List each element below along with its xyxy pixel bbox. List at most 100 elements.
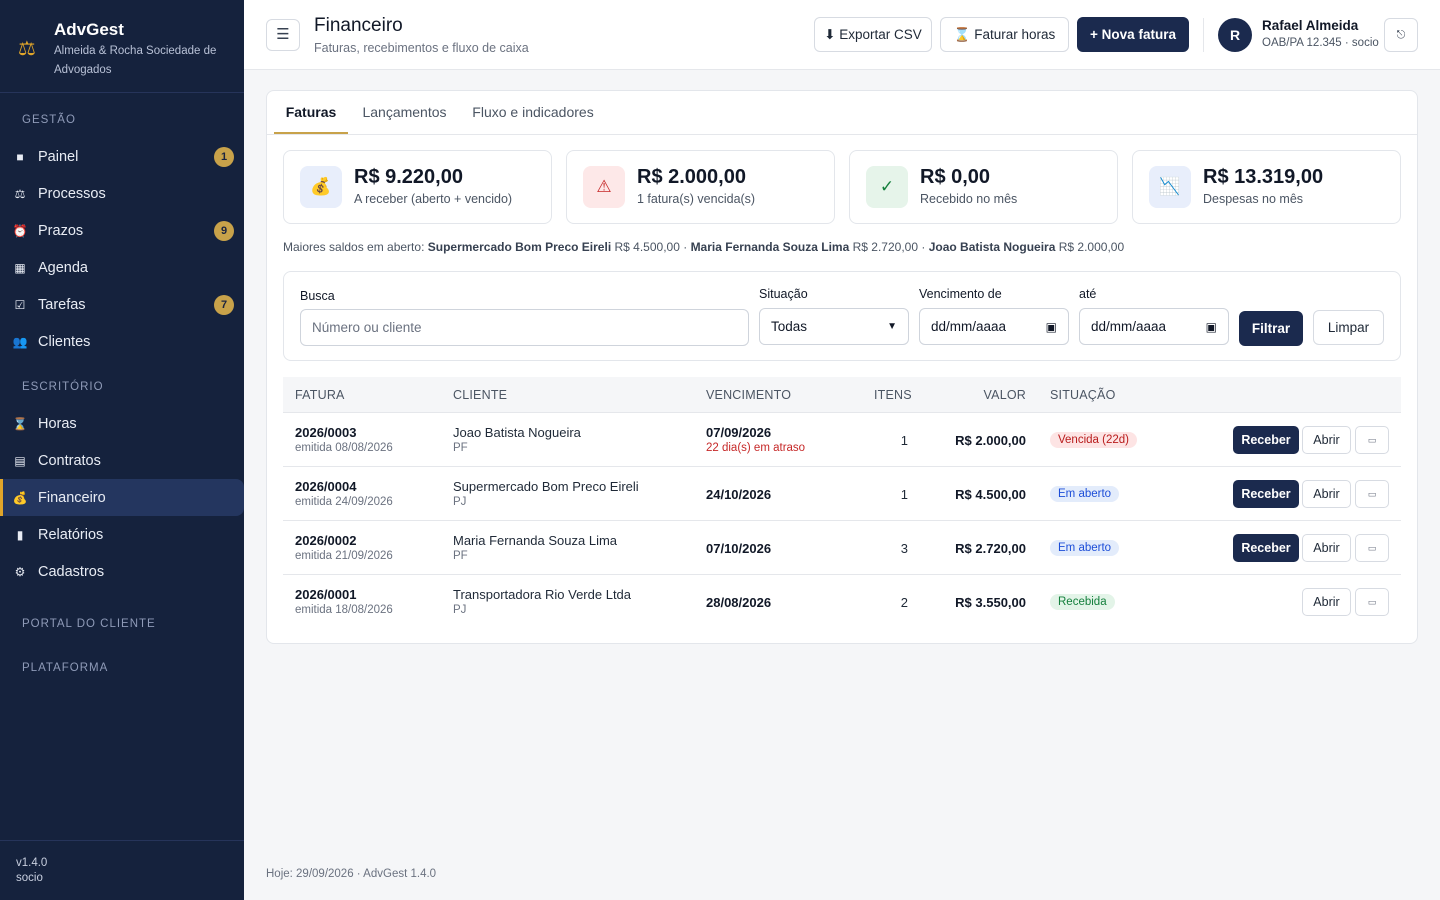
filter-panel: Busca Número ou cliente Situação Todas ▼… — [283, 271, 1401, 361]
items-count: 3 — [900, 541, 908, 556]
late-days: 22 dia(s) em atraso — [706, 442, 806, 454]
tab-faturas[interactable]: Faturas — [274, 91, 348, 134]
logout-button[interactable]: ⎋ — [1384, 18, 1418, 52]
sidebar-item-contratos[interactable]: ▤ Contratos — [0, 442, 244, 479]
export-csv-button[interactable]: ⬇ Exportar CSV — [814, 17, 932, 52]
open-button[interactable]: Abrir — [1302, 426, 1351, 454]
client-name: Supermercado Bom Preco Eireli — [453, 479, 639, 494]
nav-section-portal[interactable]: PORTAL DO CLIENTE — [0, 614, 244, 634]
sidebar-item-financeiro[interactable]: 💰 Financeiro — [0, 479, 244, 516]
sidebar-item-label: Tarefas — [38, 296, 86, 313]
top-open-balances: Maiores saldos em aberto: Supermercado B… — [283, 240, 1125, 254]
user-role: OAB/PA 12.345 · socio — [1262, 37, 1379, 49]
kpi-value: R$ 13.319,00 — [1203, 166, 1324, 188]
invoice-number[interactable]: 2026/0001 — [295, 587, 393, 602]
bar-chart-icon: ▮ — [16, 527, 24, 542]
invoice-cell: 2026/0003 emitida 08/08/2026 — [295, 425, 393, 454]
col-itens: ITENS — [874, 388, 912, 402]
print-button[interactable]: ▭ — [1355, 480, 1389, 508]
sidebar-footer: v1.4.0 socio — [0, 840, 244, 900]
receive-button[interactable]: Receber — [1233, 426, 1299, 454]
sidebar-item-clientes[interactable]: 👥 Clientes — [0, 323, 244, 360]
invoice-value: R$ 3.550,00 — [955, 595, 1026, 610]
brand-name: AdvGest — [54, 20, 124, 39]
invoice-issued: emitida 21/09/2026 — [295, 550, 393, 562]
kpi-value: R$ 0,00 — [920, 166, 991, 188]
calendar-icon: ▣ — [1205, 319, 1217, 334]
sidebar: ⚖ AdvGest Almeida & Rocha Sociedade de A… — [0, 0, 244, 900]
client-type: PJ — [453, 496, 467, 508]
status-cell: Recebida — [1050, 592, 1115, 610]
sidebar-item-agenda[interactable]: ▦ Agenda — [0, 249, 244, 286]
invoice-cell: 2026/0004 emitida 24/09/2026 — [295, 479, 393, 508]
balance-client-name: Joao Batista Nogueira — [928, 240, 1056, 254]
status-badge: Vencida (22d) — [1050, 432, 1137, 448]
open-button[interactable]: Abrir — [1302, 534, 1351, 562]
print-button[interactable]: ▭ — [1355, 426, 1389, 454]
invoice-number[interactable]: 2026/0003 — [295, 425, 393, 440]
invoice-value: R$ 2.000,00 — [955, 433, 1026, 448]
col-vencimento: VENCIMENTO — [706, 388, 792, 402]
sidebar-item-relatorios[interactable]: ▮ Relatórios — [0, 516, 244, 553]
status-select-value: Todas — [771, 319, 808, 334]
kpi-received: ✓ R$ 0,00 Recebido no mês — [849, 150, 1118, 224]
printer-icon: ▭ — [1367, 488, 1377, 499]
calendar-icon: ▦ — [14, 260, 26, 275]
filter-button[interactable]: Filtrar — [1239, 311, 1303, 346]
status-select[interactable]: Todas ▼ — [759, 308, 909, 345]
sidebar-item-prazos[interactable]: ⏰ Prazos 9 — [0, 212, 244, 249]
due-from-label: Vencimento de — [919, 287, 1002, 301]
tab-bar: Faturas Lançamentos Fluxo e indicadores — [267, 91, 1417, 135]
items-count: 2 — [900, 595, 908, 610]
due-from-input[interactable]: dd/mm/aaaa ▣ — [919, 308, 1069, 345]
invoice-number[interactable]: 2026/0002 — [295, 533, 393, 548]
due-cell: 07/09/2026 22 dia(s) em atraso — [706, 425, 805, 454]
col-valor: VALOR — [983, 388, 1026, 402]
sidebar-item-painel[interactable]: ■ Painel 1 — [0, 138, 244, 175]
col-situacao: SITUAÇÃO — [1050, 388, 1116, 402]
document-icon: ▤ — [14, 453, 26, 468]
client-cell: Transportadora Rio Verde Ltda PJ — [453, 587, 631, 616]
tab-lancamentos[interactable]: Lançamentos — [357, 91, 452, 134]
receive-button[interactable]: Receber — [1233, 480, 1299, 508]
sidebar-item-horas[interactable]: ⌛ Horas — [0, 405, 244, 442]
balances-prefix: Maiores saldos em aberto: — [283, 240, 425, 254]
client-name: Joao Batista Nogueira — [453, 425, 581, 440]
page-subtitle: Faturas, recebimentos e fluxo de caixa — [314, 41, 529, 55]
table-row: 2026/0003 emitida 08/08/2026 Joao Batist… — [283, 413, 1401, 467]
new-invoice-button[interactable]: + Nova fatura — [1077, 17, 1189, 52]
balance-amount: R$ 2.720,00 — [852, 240, 919, 254]
kpi-expenses: 📉 R$ 13.319,00 Despesas no mês — [1132, 150, 1401, 224]
clear-button[interactable]: Limpar — [1313, 310, 1384, 345]
client-name: Transportadora Rio Verde Ltda — [453, 587, 632, 602]
alarm-clock-icon: ⏰ — [12, 223, 28, 238]
table-row: 2026/0004 emitida 24/09/2026 Supermercad… — [283, 467, 1401, 521]
sidebar-item-cadastros[interactable]: ⚙ Cadastros — [0, 553, 244, 590]
client-name: Maria Fernanda Souza Lima — [453, 533, 618, 548]
money-bag-icon: 💰 — [12, 490, 28, 505]
receive-button[interactable]: Receber — [1233, 534, 1299, 562]
nav-section-plataforma[interactable]: PLATAFORMA — [0, 658, 244, 678]
open-button[interactable]: Abrir — [1302, 588, 1351, 616]
search-input[interactable]: Número ou cliente — [300, 309, 749, 346]
sidebar-item-label: Prazos — [38, 222, 84, 239]
invoice-cell: 2026/0001 emitida 18/08/2026 — [295, 587, 393, 616]
open-button[interactable]: Abrir — [1302, 480, 1351, 508]
users-icon: 👥 — [12, 334, 28, 349]
header-divider — [1203, 18, 1204, 52]
status-badge: Em aberto — [1050, 486, 1120, 502]
print-button[interactable]: ▭ — [1355, 588, 1389, 616]
invoice-number[interactable]: 2026/0004 — [295, 479, 393, 494]
status-cell: Em aberto — [1050, 484, 1120, 502]
tab-fluxo[interactable]: Fluxo e indicadores — [467, 91, 599, 134]
menu-toggle-button[interactable]: ☰ — [266, 19, 300, 51]
date-placeholder: dd/mm/aaaa — [931, 319, 1007, 334]
sidebar-item-label: Contratos — [38, 452, 101, 469]
avatar[interactable]: R — [1218, 18, 1252, 52]
due-to-input[interactable]: dd/mm/aaaa ▣ — [1079, 308, 1229, 345]
sidebar-item-processos[interactable]: ⚖ Processos — [0, 175, 244, 212]
count-badge: 1 — [214, 146, 234, 167]
print-button[interactable]: ▭ — [1355, 534, 1389, 562]
sidebar-item-tarefas[interactable]: ☑ Tarefas 7 — [0, 286, 244, 323]
bill-hours-button[interactable]: ⌛ Faturar horas — [940, 17, 1069, 52]
